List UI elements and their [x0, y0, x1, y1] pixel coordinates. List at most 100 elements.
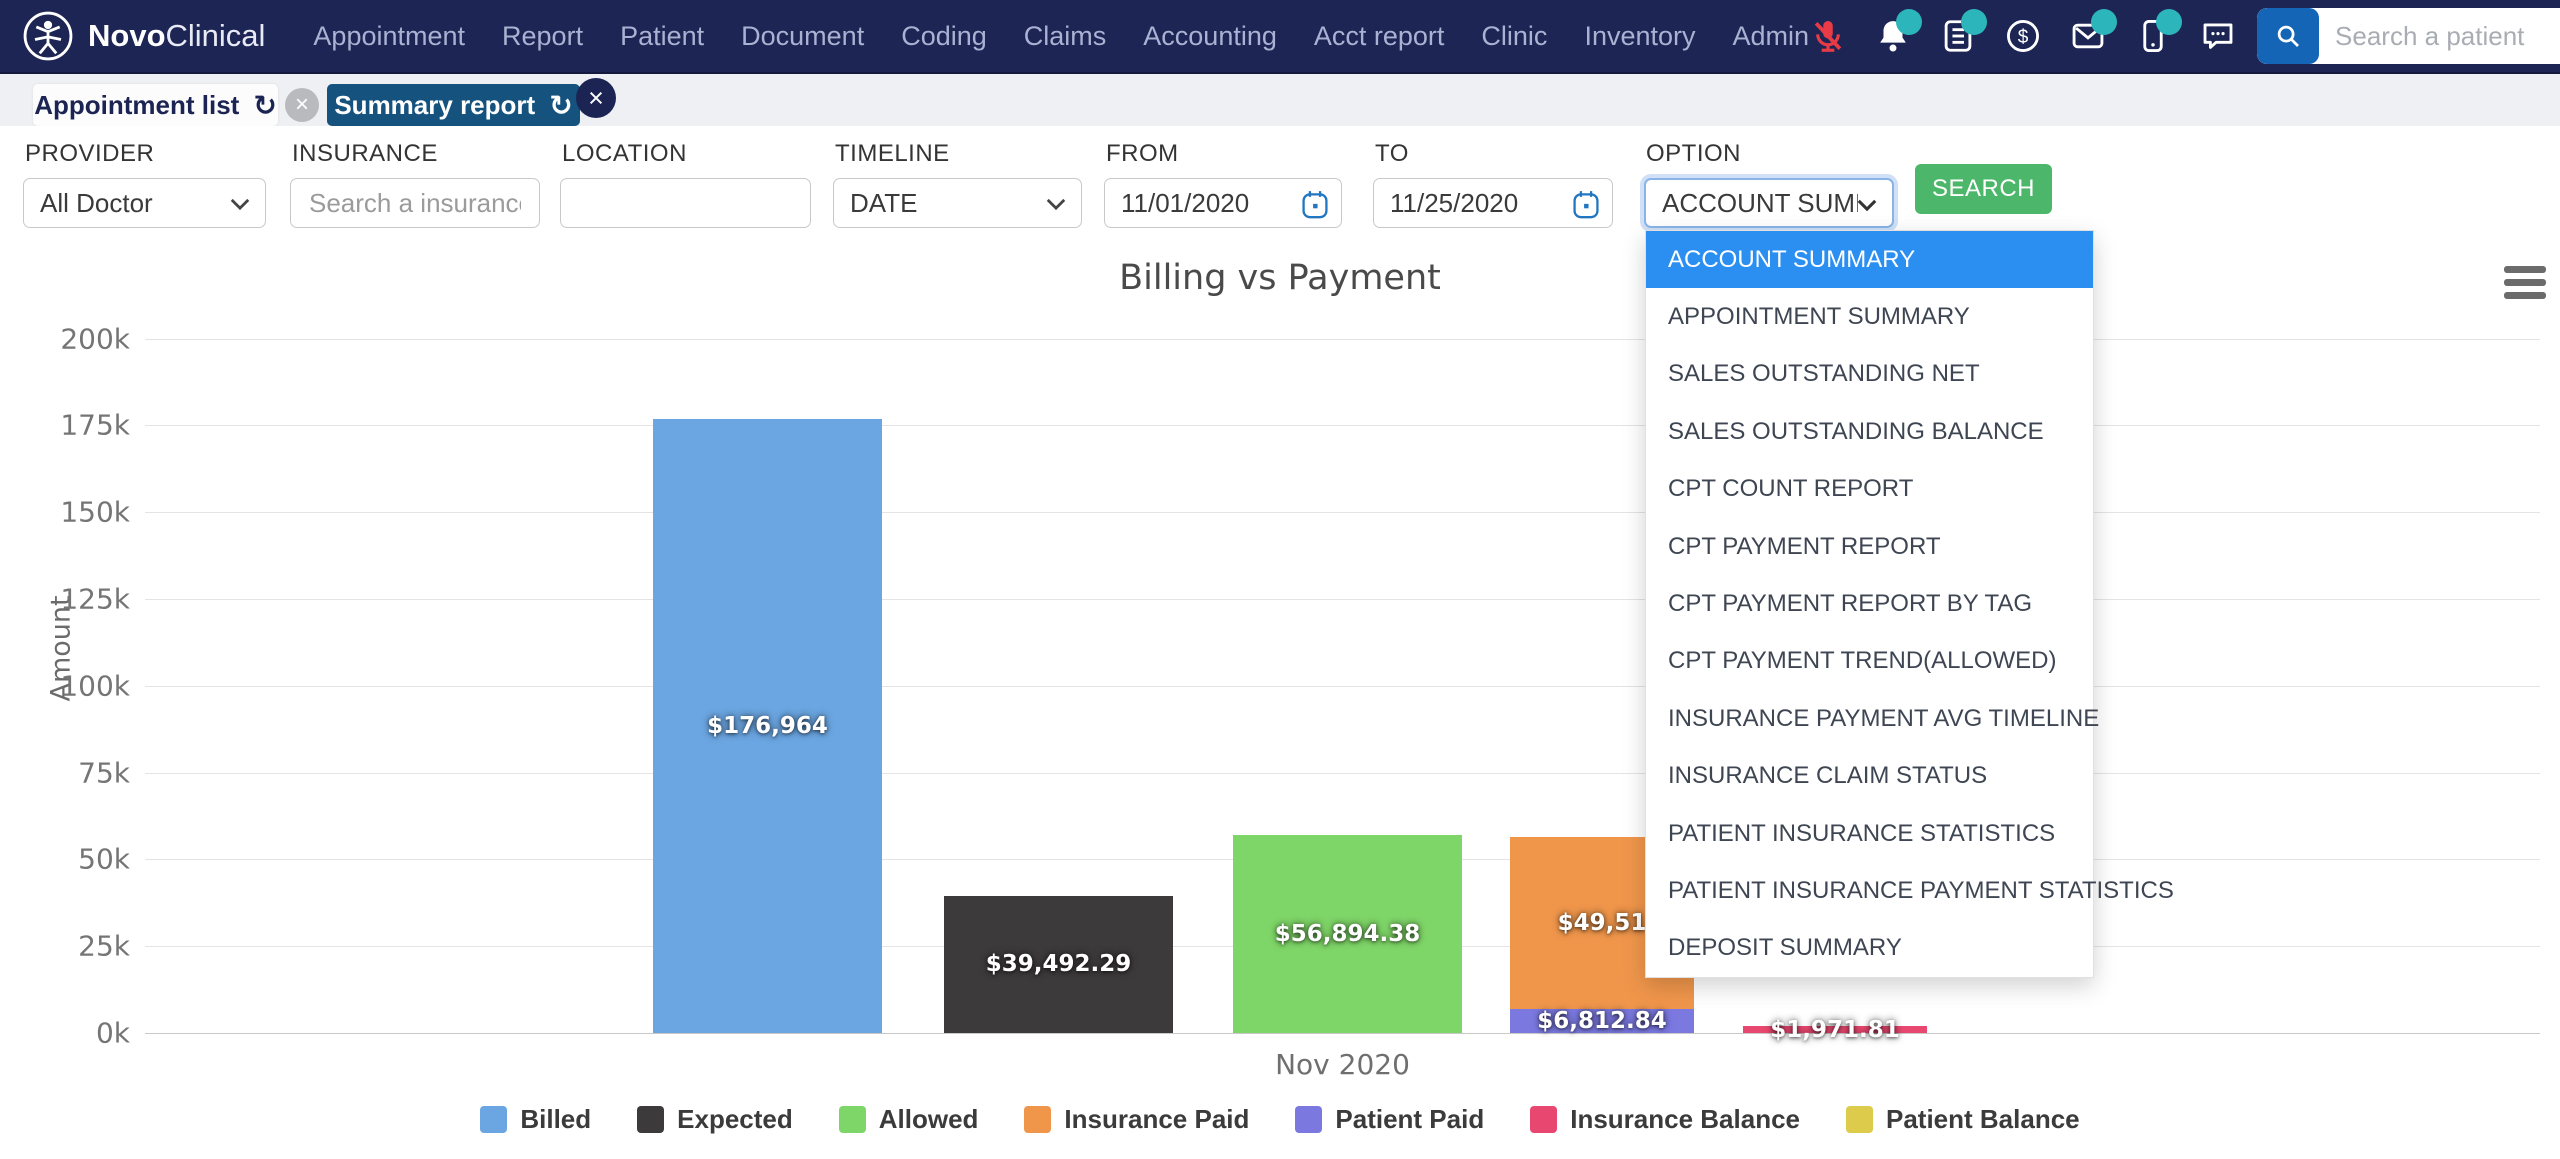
refresh-icon[interactable]: ↻	[549, 89, 572, 122]
legend-label: Expected	[677, 1104, 793, 1135]
option-dropdown-menu: ACCOUNT SUMMARYAPPOINTMENT SUMMARYSALES …	[1645, 230, 2094, 978]
tab-appointment-list[interactable]: Appointment list ↻	[33, 84, 278, 126]
legend-patient-balance[interactable]: Patient Balance	[1846, 1104, 2080, 1135]
x-axis-label: Nov 2020	[145, 1048, 2540, 1081]
from-date-field[interactable]: 11/01/2020	[1104, 178, 1342, 228]
option-item-sales-outstanding-net[interactable]: SALES OUTSTANDING NET	[1646, 346, 2093, 403]
nav-item-report[interactable]: Report	[502, 21, 583, 52]
chat-icon[interactable]	[2199, 17, 2237, 55]
close-tab-summary-report-icon[interactable]: ×	[576, 78, 616, 118]
legend-label: Allowed	[879, 1104, 979, 1135]
location-label: LOCATION	[562, 140, 811, 168]
gridline-0k	[145, 1033, 2540, 1034]
nav-item-patient[interactable]: Patient	[620, 21, 704, 52]
legend-swatch-expected	[637, 1106, 664, 1133]
mail-icon[interactable]	[2069, 17, 2107, 55]
bar-insurance-balance[interactable]	[1743, 1026, 1927, 1033]
calendar-icon[interactable]	[1570, 188, 1602, 221]
option-item-cpt-count-report[interactable]: CPT COUNT REPORT	[1646, 461, 2093, 518]
legend-patient-paid[interactable]: Patient Paid	[1295, 1104, 1484, 1135]
option-item-insurance-payment-avg-timeline[interactable]: INSURANCE PAYMENT AVG TIMELINE	[1646, 690, 2093, 747]
legend-label: Patient Paid	[1335, 1104, 1484, 1135]
provider-select[interactable]: All Doctor	[23, 178, 266, 228]
main-menu: Appointment Report Patient Document Coding Cl…	[313, 21, 1809, 52]
gridline-175k	[145, 425, 2540, 426]
legend-expected[interactable]: Expected	[637, 1104, 793, 1135]
bell-icon[interactable]	[1874, 17, 1912, 55]
location-field[interactable]	[560, 178, 811, 228]
y-tick-125k: 125k	[20, 583, 130, 616]
option-item-account-summary[interactable]: ACCOUNT SUMMARY	[1646, 231, 2093, 288]
nav-item-accounting[interactable]: Accounting	[1143, 21, 1277, 52]
bar-expected[interactable]	[944, 896, 1173, 1033]
notification-badge	[1896, 9, 1922, 35]
legend-allowed[interactable]: Allowed	[839, 1104, 979, 1135]
option-item-appointment-summary[interactable]: APPOINTMENT SUMMARY	[1646, 288, 2093, 345]
legend-insurance-paid[interactable]: Insurance Paid	[1024, 1104, 1249, 1135]
chart-menu-icon[interactable]	[2504, 266, 2546, 305]
brand-name: NovoClinical	[88, 18, 265, 54]
patient-search-input[interactable]	[2319, 21, 2560, 52]
y-axis-title: Amount	[46, 595, 77, 701]
nav-item-clinic[interactable]: Clinic	[1481, 21, 1547, 52]
nav-item-admin[interactable]: Admin	[1733, 21, 1810, 52]
notification-badge	[2091, 9, 2117, 35]
close-tab-appointment-list-icon[interactable]: ×	[285, 88, 319, 122]
timeline-select[interactable]: DATE	[833, 178, 1082, 228]
legend-insurance-balance[interactable]: Insurance Balance	[1530, 1104, 1800, 1135]
bar-patient-paid[interactable]	[1510, 1009, 1694, 1033]
legend-label: Billed	[520, 1104, 591, 1135]
open-tabs-strip: Appointment list ↻ × Summary report ↻ ×	[0, 74, 2560, 126]
location-input[interactable]	[577, 187, 794, 220]
dollar-icon[interactable]: $	[2004, 17, 2042, 55]
nav-item-coding[interactable]: Coding	[901, 21, 987, 52]
bar-billed[interactable]	[653, 419, 882, 1033]
option-item-patient-insurance-payment-statistics[interactable]: PATIENT INSURANCE PAYMENT STATISTICS	[1646, 862, 2093, 919]
legend-billed[interactable]: Billed	[480, 1104, 591, 1135]
report-filters: PROVIDER All Doctor INSURANCE LOCATION T…	[0, 126, 2560, 246]
top-nav: NovoClinical Appointment Report Patient Doc…	[0, 0, 2560, 74]
legend-swatch-billed	[480, 1106, 507, 1133]
option-item-cpt-payment-trend-allowed[interactable]: CPT PAYMENT TREND(ALLOWED)	[1646, 633, 2093, 690]
refresh-icon[interactable]: ↻	[253, 89, 276, 122]
chevron-down-icon	[1856, 198, 1878, 212]
option-item-insurance-claim-status[interactable]: INSURANCE CLAIM STATUS	[1646, 748, 2093, 805]
search-icon[interactable]	[2257, 8, 2319, 64]
option-item-deposit-summary[interactable]: DEPOSIT SUMMARY	[1646, 920, 2093, 977]
calendar-icon[interactable]	[1299, 188, 1331, 221]
tab-summary-report[interactable]: Summary report ↻	[327, 84, 580, 126]
y-tick-200k: 200k	[20, 322, 130, 355]
nav-item-document[interactable]: Document	[741, 21, 864, 52]
microphone-muted-icon[interactable]	[1809, 17, 1847, 55]
option-item-sales-outstanding-balance[interactable]: SALES OUTSTANDING BALANCE	[1646, 403, 2093, 460]
novoclinical-logo-icon[interactable]	[22, 10, 74, 62]
option-select[interactable]: ACCOUNT SUMMARY	[1644, 178, 1894, 228]
insurance-search-input[interactable]	[307, 187, 523, 220]
bar-allowed[interactable]	[1233, 835, 1462, 1033]
nav-item-inventory[interactable]: Inventory	[1584, 21, 1695, 52]
legend-swatch-insurance-paid	[1024, 1106, 1051, 1133]
option-item-patient-insurance-statistics[interactable]: PATIENT INSURANCE STATISTICS	[1646, 805, 2093, 862]
timeline-value: DATE	[850, 188, 917, 219]
nav-item-appointment[interactable]: Appointment	[313, 21, 465, 52]
gridline-150k	[145, 512, 2540, 513]
tasks-list-icon[interactable]	[1939, 17, 1977, 55]
tab-label: Summary report	[334, 90, 535, 121]
phone-icon[interactable]	[2134, 17, 2172, 55]
from-label: FROM	[1106, 140, 1342, 168]
to-date-value: 11/25/2020	[1390, 188, 1518, 219]
option-item-cpt-payment-report[interactable]: CPT PAYMENT REPORT	[1646, 518, 2093, 575]
y-tick-150k: 150k	[20, 496, 130, 529]
insurance-label: INSURANCE	[292, 140, 540, 168]
option-label: OPTION	[1646, 140, 1894, 168]
nav-item-acct-report[interactable]: Acct report	[1314, 21, 1445, 52]
option-item-cpt-payment-report-by-tag[interactable]: CPT PAYMENT REPORT BY TAG	[1646, 575, 2093, 632]
search-button[interactable]: SEARCH	[1915, 164, 2052, 214]
legend-swatch-insurance-balance	[1530, 1106, 1557, 1133]
legend-swatch-allowed	[839, 1106, 866, 1133]
nav-item-claims[interactable]: Claims	[1024, 21, 1107, 52]
insurance-search-field[interactable]	[290, 178, 540, 228]
y-tick-50k: 50k	[20, 843, 130, 876]
gridline-200k	[145, 339, 2540, 340]
to-date-field[interactable]: 11/25/2020	[1373, 178, 1613, 228]
